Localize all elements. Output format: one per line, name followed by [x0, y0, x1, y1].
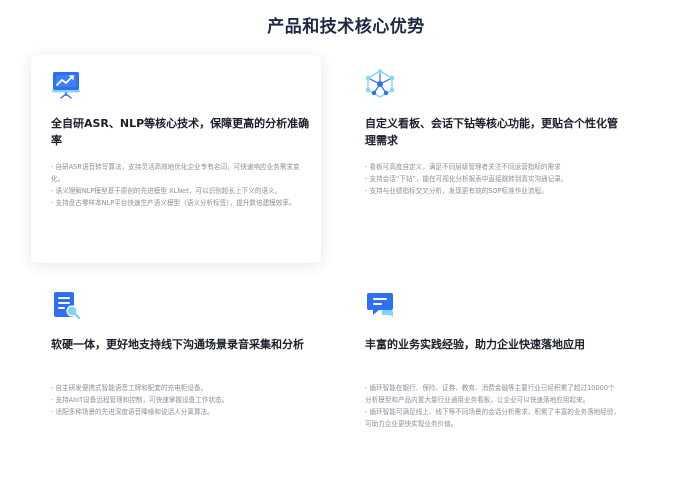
card-description-list: - 看板可高度自定义，满足不同层级管理者关注不同运营指标的需求 - 支持会话“下… — [365, 161, 621, 197]
list-item: - 适配多种场景的先进深度语音降噪和说话人分离算法。 — [51, 408, 214, 416]
advantage-card-asr-nlp[interactable]: 全自研ASR、NLP等核心技术，保障更高的分析准确率 - 自研ASR语音转写算法… — [31, 55, 321, 263]
advantage-card-experience[interactable]: 丰富的业务实践经验，助力企业快速落地应用 - 循环智能在银行、保险、证券、教育、… — [345, 278, 645, 468]
chat-bubbles-icon — [365, 290, 395, 320]
card-description-list: - 自研ASR语音转写算法，支持灵活高效地优化企业专有名词，可快速响应业务需求变… — [51, 161, 307, 209]
document-search-icon — [51, 290, 81, 320]
list-item: - 支持盘古零样本NLP平台快速生产语义模型（语义分析标签），提升数倍建模效率。 — [51, 199, 296, 207]
card-description-list: - 循环智能在银行、保险、证券、教育、消费金融等主要行业已经积累了超过10000… — [365, 382, 621, 430]
network-nodes-icon — [365, 69, 395, 99]
card-description-list: - 自主研发便携式智能语音工牌和配套的充电柜设备。 - 支持AIoT设备远程管理… — [51, 382, 307, 418]
list-item: - 支持AIoT设备远程管理和控制，可快速掌握设备工作状态。 — [51, 396, 229, 404]
list-item: - 支持与业绩指标交叉分析，发现更有效的SOP标准作业流程。 — [365, 187, 548, 195]
list-item: - 支持会话“下钻”，能在可视化分析报表中直接跳转到真实沟通记录。 — [365, 175, 568, 183]
advantage-card-hardware[interactable]: 软硬一体，更好地支持线下沟通场景录音采集和分析 - 自主研发便携式智能语音工牌和… — [31, 278, 321, 468]
card-title: 丰富的业务实践经验，助力企业快速落地应用 — [365, 338, 585, 351]
page-title: 产品和技术核心优势 — [267, 17, 425, 37]
advantage-card-dashboard[interactable]: 自定义看板、会话下钻等核心功能，更贴合个性化管理需求 - 看板可高度自定义，满足… — [345, 55, 645, 263]
list-item: - 语义理解NLP模型基于原创的先进模型 XLNet，可以识别超长上下义的语义。 — [51, 187, 282, 195]
card-title: 自定义看板、会话下钻等核心功能，更贴合个性化管理需求 — [365, 117, 618, 147]
card-title: 全自研ASR、NLP等核心技术，保障更高的分析准确率 — [51, 117, 310, 147]
presentation-chart-icon — [51, 69, 81, 99]
list-item: - 循环智能可满足线上、线下等不同场景的会话分析需求，积累了丰富的业务落地经验，… — [365, 408, 621, 428]
list-item: - 看板可高度自定义，满足不同层级管理者关注不同运营指标的需求 — [365, 163, 561, 171]
list-item: - 自主研发便携式智能语音工牌和配套的充电柜设备。 — [51, 384, 208, 392]
card-title: 软硬一体，更好地支持线下沟通场景录音采集和分析 — [51, 338, 304, 351]
list-item: - 循环智能在银行、保险、证券、教育、消费金融等主要行业已经积累了超过10000… — [365, 384, 615, 404]
list-item: - 自研ASR语音转写算法，支持灵活高效地优化企业专有名词，可快速响应业务需求变… — [51, 163, 300, 183]
